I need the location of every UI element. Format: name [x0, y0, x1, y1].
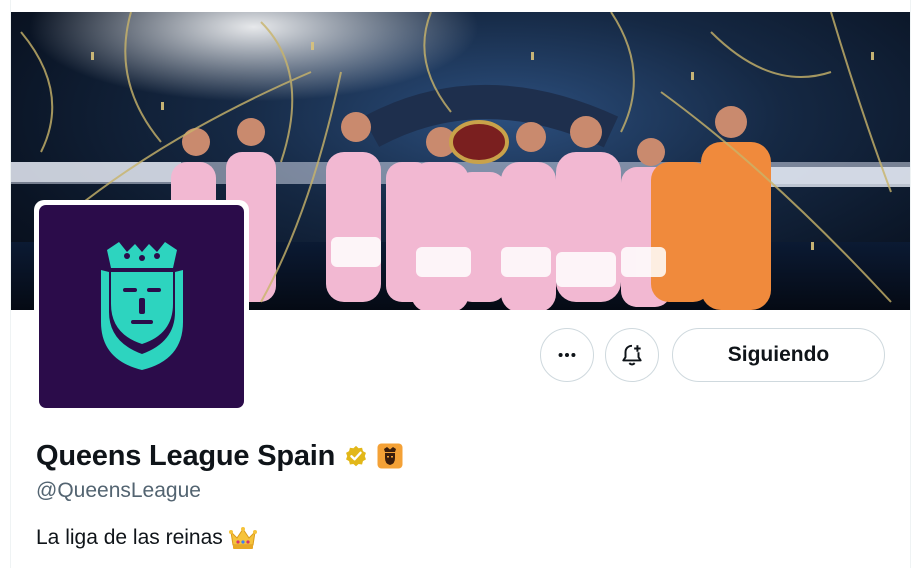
notifications-button[interactable]	[605, 328, 659, 382]
profile-bio: La liga de las reinas	[36, 526, 257, 550]
profile-page: Siguiendo Queens League Spain @QueensLea…	[0, 0, 921, 568]
column-border-right	[910, 0, 911, 568]
top-strip	[0, 0, 921, 12]
affiliate-badge-icon[interactable]	[377, 443, 403, 469]
bio-text: La liga de las reinas	[36, 526, 223, 549]
more-options-button[interactable]	[540, 328, 594, 382]
gold-verified-badge-icon[interactable]	[343, 443, 369, 469]
queens-league-logo-icon	[100, 241, 183, 370]
crown-emoji-icon	[228, 527, 257, 549]
following-button-label: Siguiendo	[727, 343, 830, 366]
avatar-image	[39, 205, 244, 408]
profile-handle: @QueensLeague	[36, 479, 201, 502]
profile-name-row: Queens League Spain	[36, 436, 403, 476]
following-button[interactable]: Siguiendo	[672, 328, 885, 382]
bell-plus-icon	[622, 344, 642, 366]
more-horizontal-icon	[558, 352, 576, 358]
profile-avatar[interactable]	[34, 200, 249, 413]
display-name: Queens League Spain	[36, 439, 336, 472]
